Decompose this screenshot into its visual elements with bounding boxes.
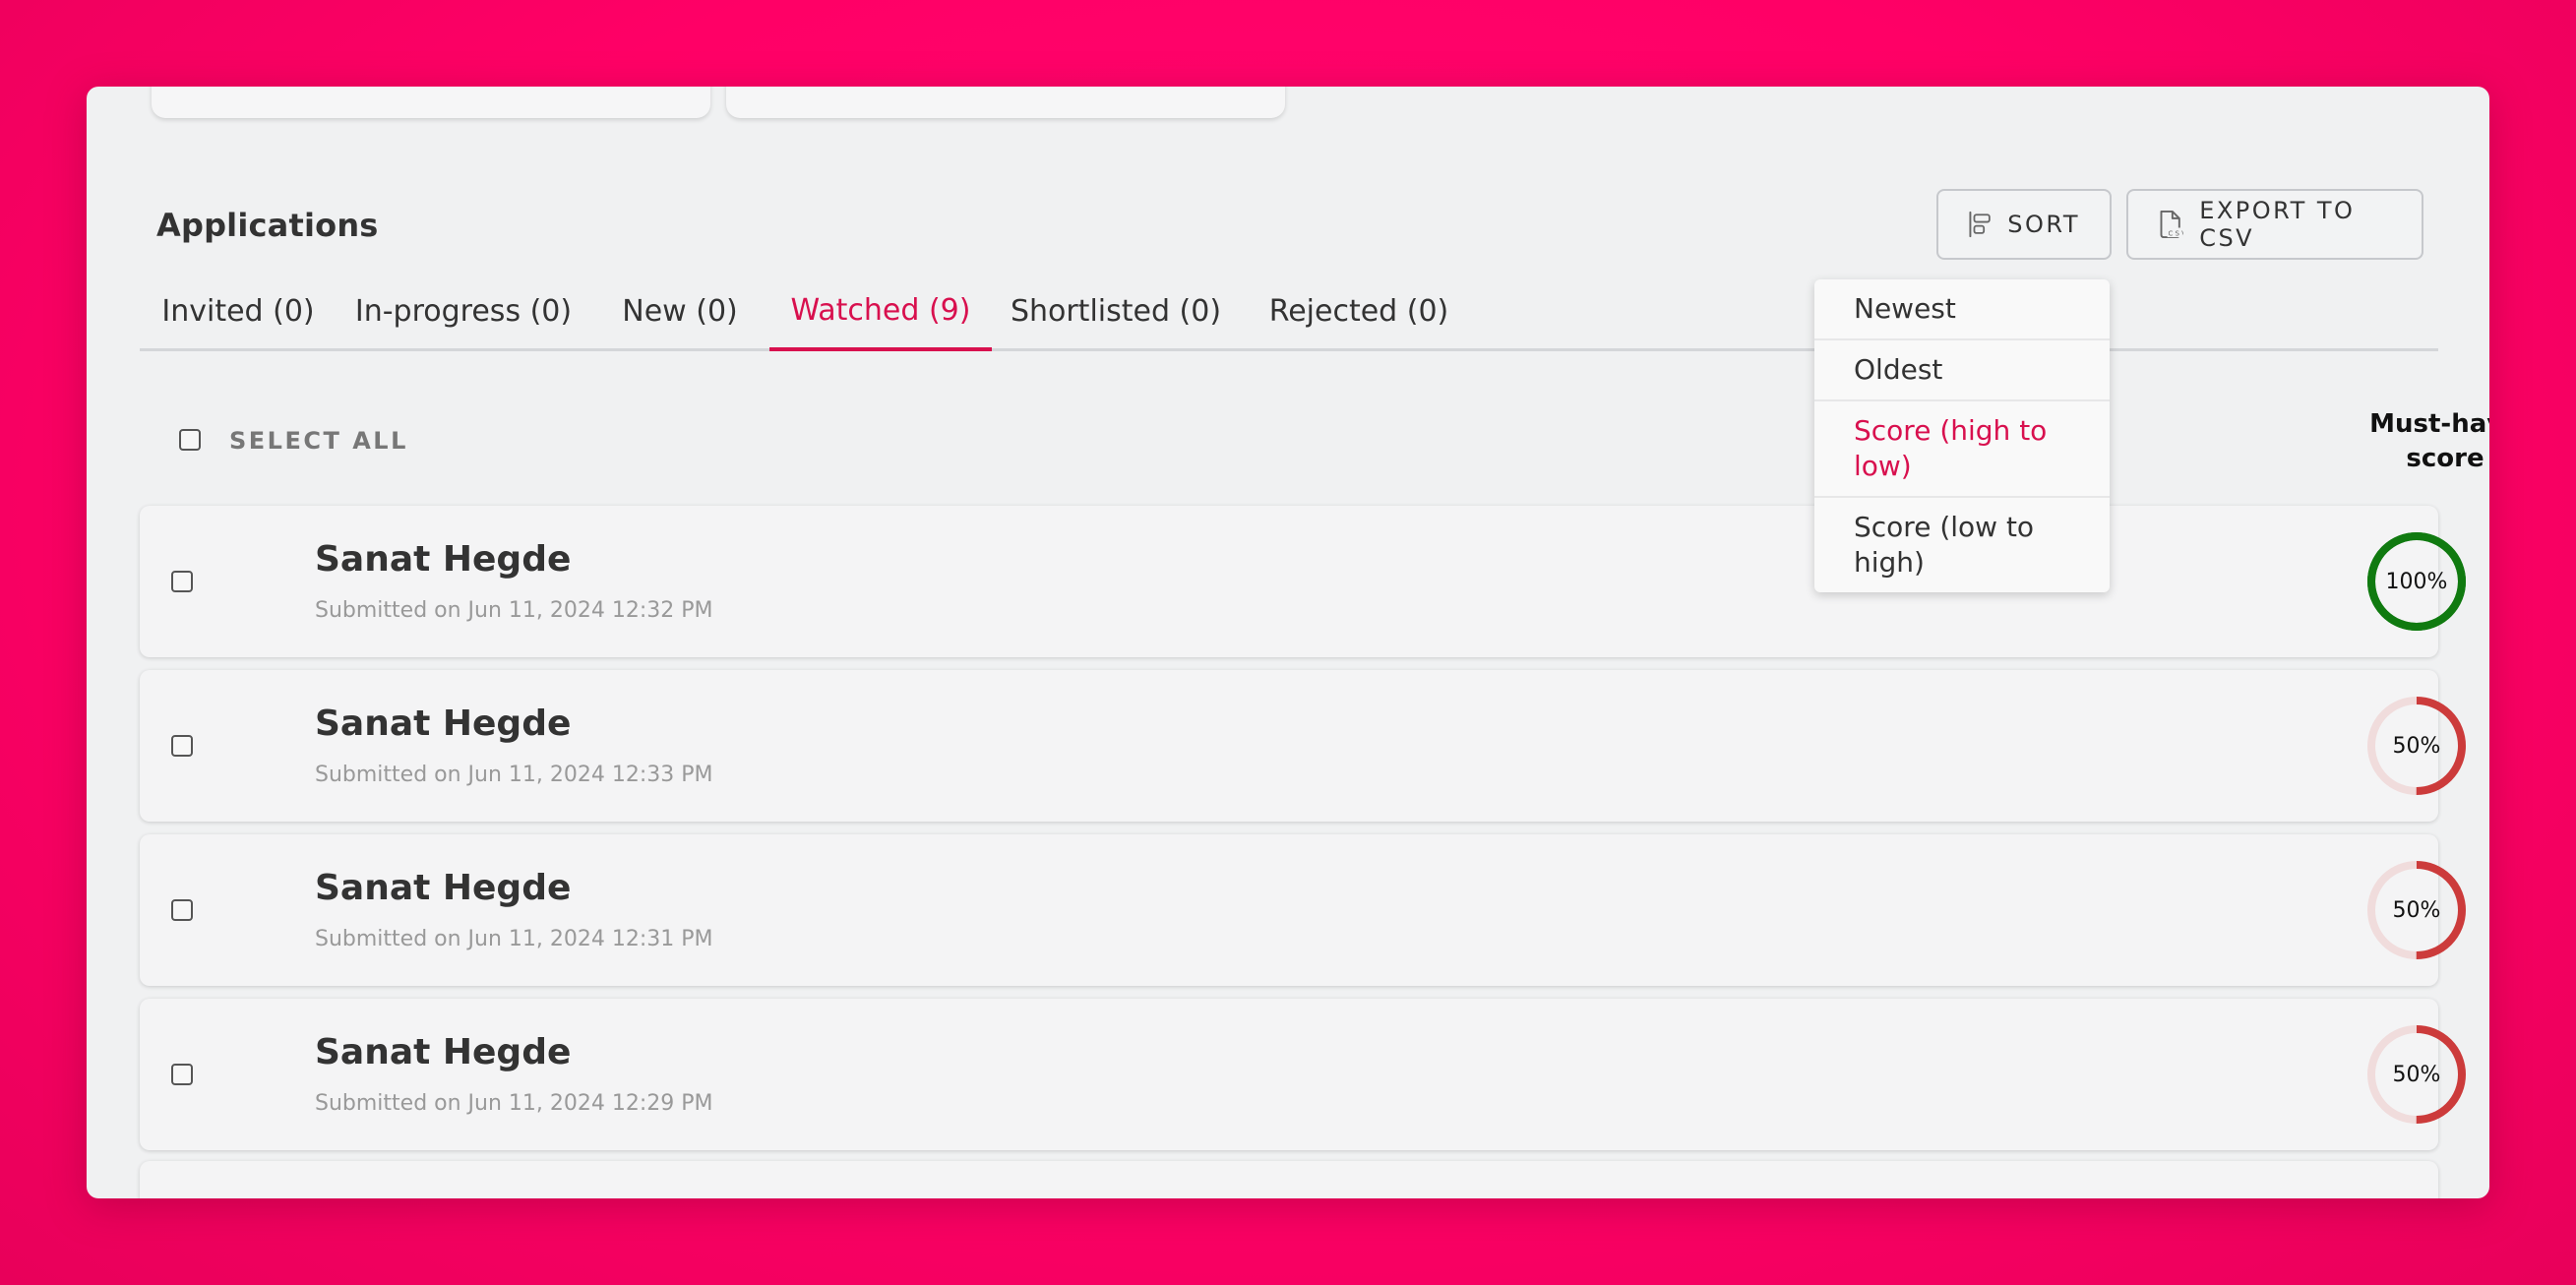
sort-option-score-high-to-low[interactable]: Score (high to low) — [1814, 401, 2110, 498]
score-ring: 50% — [2365, 859, 2468, 961]
score-ring: 100% — [2365, 530, 2468, 633]
score-ring: 50% — [2365, 695, 2468, 797]
export-button-label: EXPORT TO CSV — [2199, 197, 2356, 252]
must-have-score-header: Must-have score — [2369, 409, 2489, 473]
sort-icon — [1969, 211, 1991, 238]
export-csv-button[interactable]: CSV EXPORT TO CSV — [2126, 189, 2423, 260]
tab-watched[interactable]: Watched (9) — [769, 274, 992, 351]
score-value: 50% — [2392, 733, 2441, 759]
csv-file-icon: CSV — [2160, 210, 2184, 239]
row-checkbox[interactable] — [171, 571, 193, 592]
filter-card[interactable] — [152, 87, 710, 118]
score-value: 100% — [2385, 569, 2448, 594]
tab-invited[interactable]: Invited (0) — [140, 274, 337, 348]
sort-option-score-low-to-high[interactable]: Score (low to high) — [1814, 498, 2110, 592]
select-all-label: SELECT ALL — [229, 427, 408, 455]
tab-new[interactable]: New (0) — [590, 274, 769, 348]
application-row[interactable]: Sanat Hegde Submitted on Jun 11, 2024 12… — [140, 670, 2466, 822]
score-ring: 50% — [2365, 1023, 2468, 1126]
row-checkbox[interactable] — [171, 735, 193, 757]
submitted-date: Submitted on Jun 11, 2024 12:32 PM — [315, 598, 713, 623]
page-title: Applications — [156, 207, 379, 244]
application-row[interactable]: Sanat Hegde Submitted on Jun 11, 2024 12… — [140, 834, 2466, 986]
sort-option-oldest[interactable]: Oldest — [1814, 340, 2110, 401]
application-row[interactable] — [140, 1161, 2438, 1198]
tab-rejected[interactable]: Rejected (0) — [1240, 274, 1478, 348]
score-value: 50% — [2392, 897, 2441, 923]
applicant-name: Sanat Hegde — [315, 868, 572, 908]
application-row[interactable]: Sanat Hegde Submitted on Jun 11, 2024 12… — [140, 999, 2466, 1150]
tab-shortlisted[interactable]: Shortlisted (0) — [992, 274, 1240, 348]
applicant-name: Sanat Hegde — [315, 1032, 572, 1072]
sort-dropdown-menu: Newest Oldest Score (high to low) Score … — [1814, 279, 2110, 592]
tab-in-progress[interactable]: In-progress (0) — [337, 274, 590, 348]
sort-option-newest[interactable]: Newest — [1814, 279, 2110, 340]
row-checkbox[interactable] — [171, 1064, 193, 1085]
row-checkbox[interactable] — [171, 899, 193, 921]
score-value: 50% — [2392, 1062, 2441, 1087]
sort-button[interactable]: SORT — [1936, 189, 2112, 260]
sort-button-label: SORT — [2007, 211, 2080, 238]
applicant-name: Sanat Hegde — [315, 704, 572, 744]
submitted-date: Submitted on Jun 11, 2024 12:31 PM — [315, 927, 713, 951]
filter-card[interactable] — [726, 87, 1285, 118]
submitted-date: Submitted on Jun 11, 2024 12:29 PM — [315, 1091, 713, 1116]
select-all-checkbox[interactable] — [179, 429, 201, 451]
submitted-date: Submitted on Jun 11, 2024 12:33 PM — [315, 763, 713, 787]
svg-text:CSV: CSV — [2168, 229, 2183, 237]
applications-panel: Applications SORT CSV EXPORT TO CSV Invi… — [87, 87, 2489, 1198]
applicant-name: Sanat Hegde — [315, 539, 572, 580]
